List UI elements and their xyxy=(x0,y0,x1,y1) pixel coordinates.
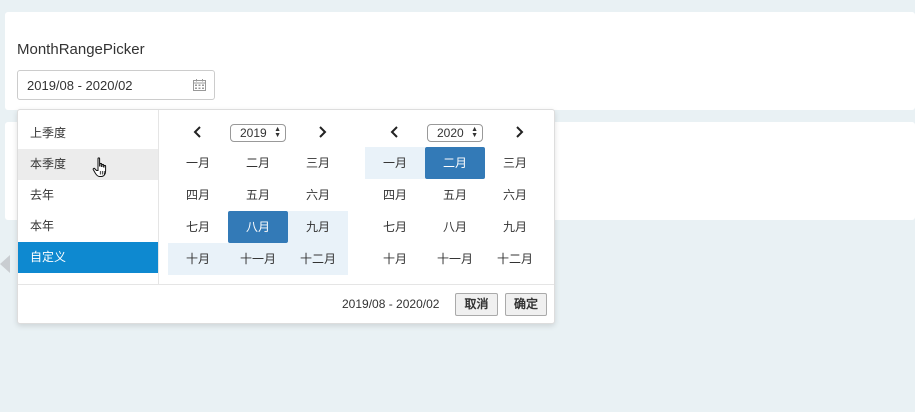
preset-this-quarter[interactable]: 本季度 xyxy=(18,149,158,180)
month-cell-right-1[interactable]: 一月 xyxy=(365,147,425,179)
month-cell-left-5[interactable]: 五月 xyxy=(228,179,288,211)
panel-divider xyxy=(158,110,159,284)
month-range-input[interactable]: 2019/08 - 2020/02 xyxy=(17,70,215,100)
month-cell-right-7[interactable]: 七月 xyxy=(365,211,425,243)
chevron-left-icon[interactable] xyxy=(190,124,206,140)
month-cell-right-8[interactable]: 八月 xyxy=(425,211,485,243)
month-cell-left-6[interactable]: 六月 xyxy=(288,179,348,211)
preset-last-year[interactable]: 去年 xyxy=(18,180,158,211)
year-value: 2020 xyxy=(437,126,464,140)
month-cell-right-11[interactable]: 十一月 xyxy=(425,243,485,275)
preset-custom[interactable]: 自定义 xyxy=(18,242,158,273)
preset-this-year[interactable]: 本年 xyxy=(18,211,158,242)
month-cell-left-2[interactable]: 二月 xyxy=(228,147,288,179)
preset-label: 去年 xyxy=(30,188,55,202)
calendar-left: 2019 ▲ ▼ 一月 二月 三月四月 五月 六月七月 八月 九月十月 十一月 十二月 xyxy=(168,118,348,275)
calendar-right: 2020 ▲ ▼ 一月 二月 三月 四月 五月 六月 七月 八月 九月 十月 十一月 十二月 xyxy=(365,118,545,266)
month-cell-left-12[interactable]: 十二月 xyxy=(288,243,348,275)
cancel-button[interactable]: 取消 xyxy=(455,293,498,316)
month-cell-right-10[interactable]: 十月 xyxy=(365,243,425,275)
ok-button[interactable]: 确定 xyxy=(505,293,547,316)
month-cell-right-4[interactable]: 四月 xyxy=(365,179,425,211)
year-select-left[interactable]: 2019 ▲ ▼ xyxy=(230,124,286,142)
calendar-icon xyxy=(193,79,206,91)
component-title: MonthRangePicker xyxy=(17,41,145,58)
preset-label: 本年 xyxy=(30,219,55,233)
preset-last-quarter[interactable]: 上季度 xyxy=(18,118,158,149)
month-cell-left-4[interactable]: 四月 xyxy=(168,179,228,211)
preset-list: 上季度 本季度 去年 本年 自定义 xyxy=(18,118,158,273)
month-cell-right-6[interactable]: 六月 xyxy=(485,179,545,211)
chevron-right-icon[interactable] xyxy=(314,124,330,140)
month-cell-right-2[interactable]: 二月 xyxy=(425,147,485,179)
hand-pointer-icon xyxy=(92,157,107,177)
select-arrows-icon: ▲ ▼ xyxy=(471,126,478,139)
month-cell-right-12[interactable]: 十二月 xyxy=(485,243,545,275)
year-select-right[interactable]: 2020 ▲ ▼ xyxy=(427,124,483,142)
preset-label: 自定义 xyxy=(30,250,67,264)
selected-range-text: 2019/08 - 2020/02 xyxy=(342,297,440,311)
range-input-value: 2019/08 - 2020/02 xyxy=(27,78,133,93)
month-cell-left-8[interactable]: 八月 xyxy=(228,211,288,243)
chevron-left-icon[interactable] xyxy=(387,124,403,140)
year-value: 2019 xyxy=(240,126,267,140)
select-arrows-icon: ▲ ▼ xyxy=(274,126,281,139)
month-cell-left-7[interactable]: 七月 xyxy=(168,211,228,243)
footer-divider xyxy=(18,284,554,285)
chevron-right-icon[interactable] xyxy=(511,124,527,140)
month-cell-right-3[interactable]: 三月 xyxy=(485,147,545,179)
month-cell-left-9[interactable]: 九月 xyxy=(288,211,348,243)
month-cell-right-5[interactable]: 五月 xyxy=(425,179,485,211)
month-cell-left-10[interactable]: 十月 xyxy=(168,243,228,275)
preset-label: 本季度 xyxy=(30,157,67,171)
month-range-picker-dropdown: 上季度 本季度 去年 本年 自定义 2019 ▲ ▼ 一月 二月 三月 四月 五月 六月 七月… xyxy=(17,109,555,324)
month-cell-left-11[interactable]: 十一月 xyxy=(228,243,288,275)
month-cell-right-9[interactable]: 九月 xyxy=(485,211,545,243)
scroll-left-arrow[interactable] xyxy=(0,255,10,273)
preset-label: 上季度 xyxy=(30,126,67,140)
month-cell-left-3[interactable]: 三月 xyxy=(288,147,348,179)
month-cell-left-1[interactable]: 一月 xyxy=(168,147,228,179)
